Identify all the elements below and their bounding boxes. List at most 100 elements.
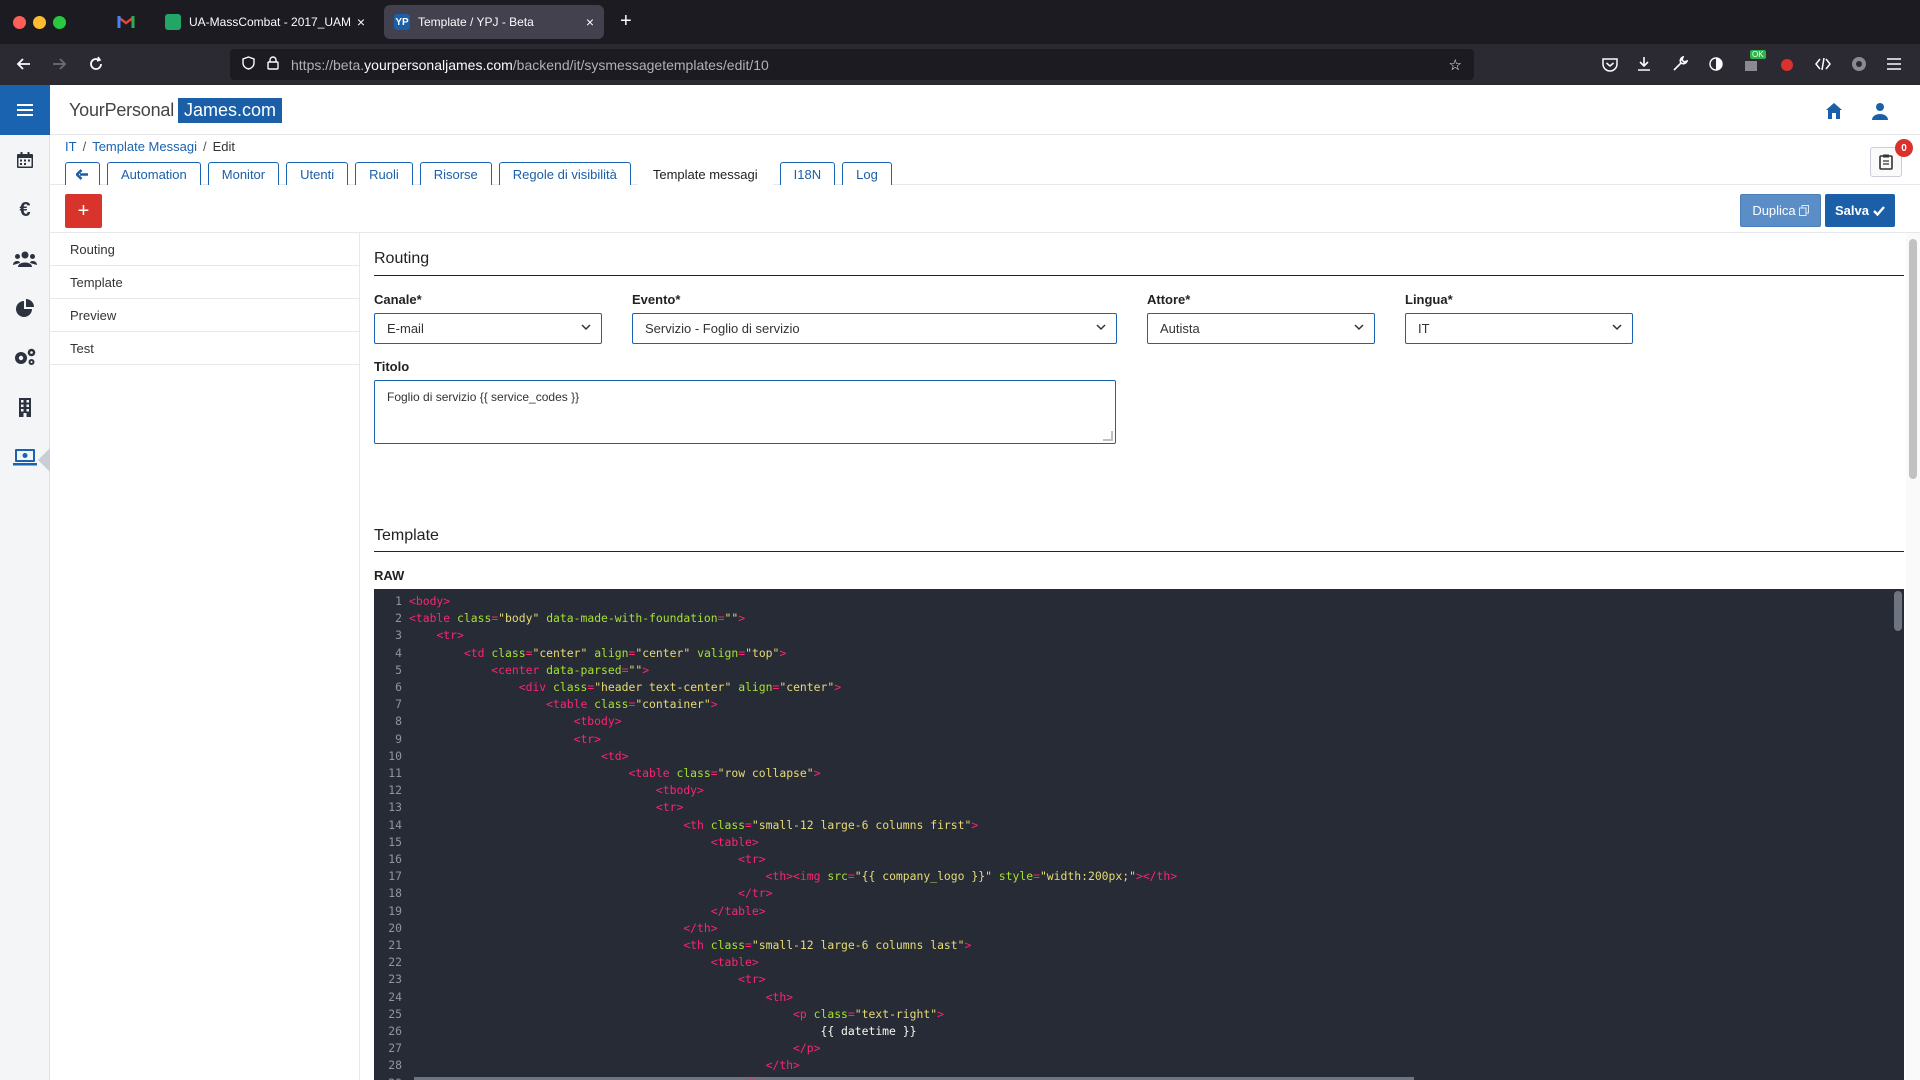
- window-minimize-button[interactable]: [33, 16, 46, 29]
- code-line[interactable]: 12 <tbody>: [374, 783, 1884, 800]
- evento-select[interactable]: Servizio - Foglio di servizio: [632, 313, 1117, 344]
- code-line[interactable]: 24 <th>: [374, 990, 1884, 1007]
- tab-risorse[interactable]: Risorse: [419, 162, 492, 186]
- tab-regole-di-visibilita[interactable]: Regole di visibilità: [498, 162, 631, 186]
- shield-icon[interactable]: [242, 56, 255, 73]
- duplicate-button[interactable]: Duplica: [1740, 194, 1821, 227]
- section-nav-preview[interactable]: Preview: [50, 299, 359, 332]
- page-scrollbar[interactable]: [1906, 233, 1920, 1080]
- code-token: <p: [793, 1006, 814, 1021]
- raw-code-editor[interactable]: 1 <body> 2 <table class="body" data-made-wi…: [374, 589, 1904, 1080]
- code-line[interactable]: 1 <body>: [374, 594, 1884, 611]
- close-tab-icon[interactable]: ×: [586, 14, 594, 30]
- add-button[interactable]: +: [65, 194, 102, 228]
- breadcrumb-it[interactable]: IT: [65, 139, 77, 154]
- pinned-tab-gmail[interactable]: [108, 8, 144, 36]
- code-line[interactable]: 19 </table>: [374, 904, 1884, 921]
- tab-ruoli[interactable]: Ruoli: [355, 162, 413, 186]
- download-icon[interactable]: [1634, 54, 1654, 74]
- code-line[interactable]: 27 </p>: [374, 1041, 1884, 1058]
- code-line[interactable]: 20 </th>: [374, 921, 1884, 938]
- attore-select[interactable]: Autista: [1147, 313, 1375, 344]
- pie-chart-icon[interactable]: [13, 296, 37, 320]
- browser-menu-icon[interactable]: [1884, 54, 1904, 74]
- code-line[interactable]: 17 <th><img src="{{ company_logo }}" sty…: [374, 869, 1884, 886]
- code-line[interactable]: 6 <div class="header text-center" align=…: [374, 680, 1884, 697]
- breadcrumb-template-messagi[interactable]: Template Messagi: [92, 139, 197, 154]
- code-line[interactable]: 23 <tr>: [374, 972, 1884, 989]
- bookmark-star-icon[interactable]: ☆: [1449, 56, 1462, 74]
- code-line[interactable]: 28 </th>: [374, 1058, 1884, 1075]
- gears-icon[interactable]: [13, 345, 37, 369]
- close-tab-icon[interactable]: ×: [357, 14, 365, 30]
- canale-select[interactable]: E-mail: [374, 313, 602, 344]
- code-line[interactable]: 3 <tr>: [374, 628, 1884, 645]
- lingua-select[interactable]: IT: [1405, 313, 1633, 344]
- code-line[interactable]: 13 <tr>: [374, 800, 1884, 817]
- save-button[interactable]: Salva: [1825, 194, 1895, 227]
- back-arrow-icon[interactable]: [12, 52, 36, 76]
- code-line[interactable]: 25 <p class="text-right">: [374, 1007, 1884, 1024]
- building-icon[interactable]: [13, 395, 37, 419]
- code-line[interactable]: 11 <table class="row collapse">: [374, 766, 1884, 783]
- code-line[interactable]: 15 <table>: [374, 835, 1884, 852]
- app-sidebar: €: [0, 85, 50, 1080]
- app-logo[interactable]: YourPersonal James.com: [69, 97, 283, 124]
- window-close-button[interactable]: [13, 16, 26, 29]
- monitor-settings-icon[interactable]: [13, 445, 37, 469]
- home-icon[interactable]: [1823, 100, 1845, 122]
- code-line[interactable]: 5 <center data-parsed="">: [374, 663, 1884, 680]
- section-nav-template[interactable]: Template: [50, 266, 359, 299]
- forward-arrow-icon[interactable]: [47, 52, 71, 76]
- calendar-icon[interactable]: [13, 148, 37, 172]
- pocket-icon[interactable]: [1600, 54, 1620, 74]
- tab-i18n[interactable]: I18N: [779, 162, 836, 186]
- code-line[interactable]: 29 </tr>: [374, 1076, 1884, 1080]
- extension-ok-icon[interactable]: OK: [1742, 50, 1766, 74]
- resize-handle-icon[interactable]: [1103, 431, 1113, 441]
- page-scrollbar-thumb[interactable]: [1909, 239, 1917, 479]
- lock-icon[interactable]: [267, 56, 279, 73]
- code-line[interactable]: 8 <tbody>: [374, 714, 1884, 731]
- code-brackets-icon[interactable]: [1813, 54, 1833, 74]
- window-zoom-button[interactable]: [53, 16, 66, 29]
- code-line[interactable]: 18 </tr>: [374, 886, 1884, 903]
- reload-icon[interactable]: [84, 52, 108, 76]
- wrench-icon[interactable]: [1670, 54, 1690, 74]
- user-icon[interactable]: [1869, 100, 1891, 122]
- tab-back-button[interactable]: [65, 162, 100, 186]
- code-line[interactable]: 16 <tr>: [374, 852, 1884, 869]
- code-line[interactable]: 4 <td class="center" align="center" vali…: [374, 646, 1884, 663]
- tab-template-messagi[interactable]: Template messagi: [637, 162, 773, 186]
- section-nav-routing[interactable]: Routing: [50, 233, 359, 266]
- editor-scrollbar[interactable]: [1894, 591, 1902, 631]
- code-line[interactable]: 10 <td>: [374, 749, 1884, 766]
- code-line[interactable]: 2 <table class = "body" data-made-with-foun…: [374, 611, 1884, 628]
- tab-automation[interactable]: Automation: [107, 162, 201, 186]
- browser-tab-template[interactable]: YP Template / YPJ - Beta ×: [384, 5, 604, 39]
- tab-utenti[interactable]: Utenti: [286, 162, 349, 186]
- euro-icon[interactable]: €: [13, 198, 37, 222]
- extension-red-icon[interactable]: [1778, 54, 1798, 74]
- section-nav-test[interactable]: Test: [50, 332, 359, 365]
- browser-tab-masscombat[interactable]: UA-MassCombat - 2017_UAMassCombat ×: [155, 5, 375, 39]
- code-line[interactable]: 26 {{ datetime }}: [374, 1024, 1884, 1041]
- users-icon[interactable]: [13, 247, 37, 271]
- new-tab-button[interactable]: +: [620, 10, 632, 33]
- tab-monitor[interactable]: Monitor: [207, 162, 280, 186]
- menu-toggle-button[interactable]: [0, 85, 50, 135]
- extension-contrast-icon[interactable]: [1706, 54, 1726, 74]
- code-line[interactable]: 22 <table>: [374, 955, 1884, 972]
- account-circle-icon[interactable]: [1849, 54, 1869, 74]
- code-line[interactable]: 9 <tr>: [374, 732, 1884, 749]
- code-line[interactable]: 7 <table class="container">: [374, 697, 1884, 714]
- line-number: 21: [388, 938, 402, 952]
- code-line[interactable]: 21 <th class="small-12 large-6 columns l…: [374, 938, 1884, 955]
- code-line[interactable]: 14 <th class="small-12 large-6 columns f…: [374, 818, 1884, 835]
- google-sheets-icon: [165, 14, 181, 30]
- tab-log[interactable]: Log: [842, 162, 892, 186]
- titolo-textarea[interactable]: Foglio di servizio {{ service_codes }}: [374, 380, 1116, 444]
- url-bar[interactable]: https://beta.yourpersonaljames.com/backe…: [230, 49, 1474, 80]
